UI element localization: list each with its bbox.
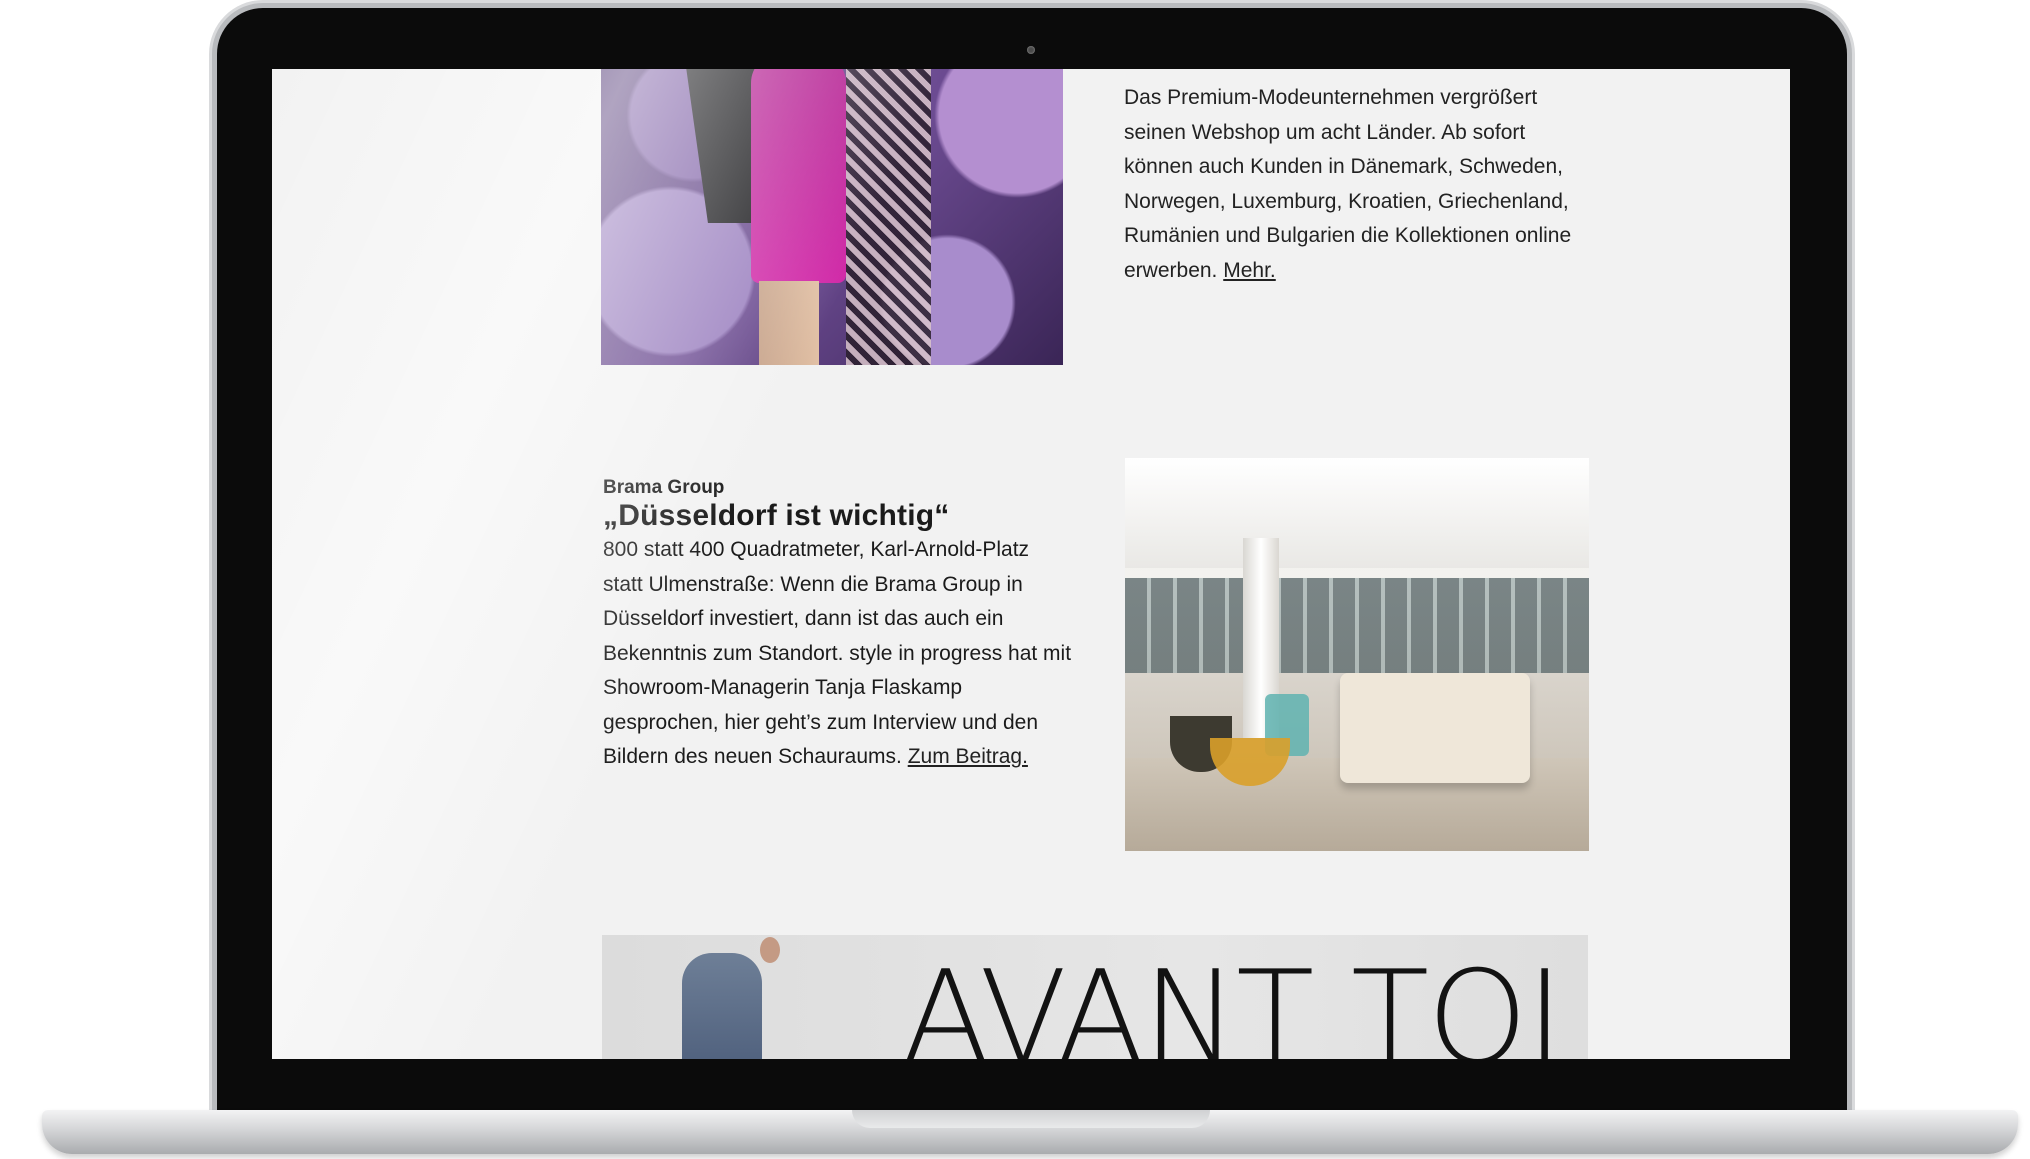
article-kicker: Brama Group	[603, 477, 725, 498]
webcam-icon	[1027, 46, 1035, 54]
article-body-text: 800 statt 400 Quadratmeter, Karl-Arnold-…	[603, 538, 1072, 768]
laptop-mockup: Das Premium-Modeunternehmen vergrößert s…	[0, 0, 2030, 1159]
avant-toi-banner[interactable]: AVANT TOI	[602, 935, 1588, 1059]
showroom-image[interactable]	[1125, 458, 1589, 851]
article-webshop-body: Das Premium-Modeunternehmen vergrößert s…	[1124, 81, 1594, 288]
zum-beitrag-link[interactable]: Zum Beitrag.	[908, 745, 1028, 768]
showroom-ceiling	[1125, 458, 1589, 568]
patterned-outfit	[846, 69, 931, 365]
showroom-sofa	[1340, 673, 1530, 783]
article-webshop-text: Das Premium-Modeunternehmen vergrößert s…	[1124, 86, 1572, 282]
model-legs	[759, 281, 819, 365]
showroom-windows	[1125, 578, 1589, 673]
fashion-campaign-image[interactable]	[601, 69, 1063, 365]
laptop-notch	[852, 1110, 1210, 1128]
article-headline[interactable]: „Düsseldorf ist wichtig“	[603, 499, 1073, 533]
banner-model	[682, 953, 762, 1059]
laptop-screen: Das Premium-Modeunternehmen vergrößert s…	[272, 69, 1790, 1059]
model-dress	[751, 69, 846, 283]
article-brama-group: Brama Group „Düsseldorf ist wichtig“ 800…	[603, 477, 1073, 775]
article-body: 800 statt 400 Quadratmeter, Karl-Arnold-…	[603, 533, 1073, 775]
article-webshop: Das Premium-Modeunternehmen vergrößert s…	[1124, 81, 1594, 288]
more-link[interactable]: Mehr.	[1223, 259, 1276, 282]
banner-model-head	[760, 937, 780, 963]
banner-title: AVANT TOI	[902, 944, 1564, 1060]
